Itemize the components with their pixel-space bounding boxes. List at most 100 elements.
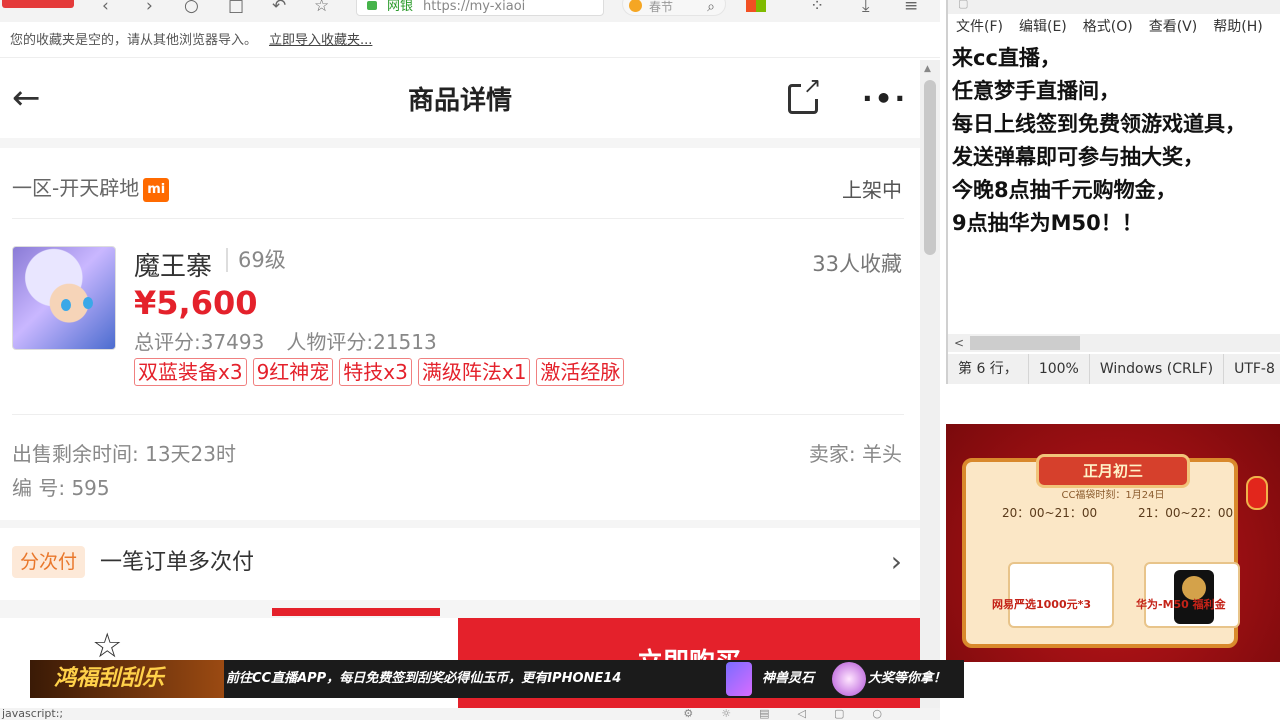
address-url: https://my-xiaoi [423, 0, 526, 14]
text-line: 今晚8点抽千元购物金， [952, 178, 1177, 202]
screen: ‹ › ○ □ ↶ ☆ 网银 https://my-xiaoi 春节 ⌕ ⁘ ⤓ … [0, 0, 1280, 720]
extensions-icon[interactable]: ⁘ [810, 0, 824, 16]
secure-lock-icon [367, 1, 377, 10]
address-bar[interactable]: 网银 https://my-xiaoi [356, 0, 604, 16]
browser-status-bar: javascript:; ⚙☼▤◁▢○ [0, 708, 940, 720]
product-card: 一区-开天辟地 mi 上架中 魔王寨 69级 33人收藏 ¥5,600 总评分:3… [0, 148, 920, 520]
desktop-gap [946, 384, 1280, 424]
bookmark-notice: 您的收藏夹是空的，请从其他浏览器导入。 [10, 33, 258, 48]
tag: 满级阵法x1 [417, 358, 531, 386]
seller-name[interactable]: 卖家: 羊头 [809, 438, 902, 467]
menu-file[interactable]: 文件(F) [956, 19, 1003, 35]
prize-label: 网易严选1000元*3 [992, 598, 1092, 611]
character-level: 69级 [226, 248, 286, 272]
lantern-icon [1246, 476, 1268, 510]
search-engine-icon [629, 0, 642, 12]
text-line: 每日上线签到免费领游戏道具， [952, 112, 1246, 136]
back-arrow-icon[interactable]: ← [12, 78, 41, 118]
phone-icon [726, 662, 752, 696]
page-scrollbar[interactable]: ▲ [920, 60, 940, 708]
status-url: javascript:; [2, 708, 64, 720]
installment-text: 一笔订单多次付 [100, 550, 255, 575]
tab-indicator [272, 608, 440, 616]
menu-edit[interactable]: 编辑(E) [1019, 19, 1067, 35]
tag: 9红神宠 [252, 358, 334, 386]
text-line: 来cc直播， [952, 46, 1061, 70]
notepad-menu-bar: 文件(F) 编辑(E) 格式(O) 查看(V) 帮助(H) [948, 14, 1280, 40]
listing-status: 上架中 [842, 178, 902, 202]
favorite-count: 33人收藏 [812, 252, 902, 276]
banner-text: 大奖等你拿！ [868, 671, 947, 686]
encoding: UTF-8 [1224, 354, 1280, 384]
search-box[interactable]: 春节 ⌕ [622, 0, 726, 16]
undo-icon[interactable]: ↶ [272, 0, 286, 16]
address-label: 网银 [387, 0, 414, 14]
menu-format[interactable]: 格式(O) [1083, 19, 1133, 35]
character-name: 魔王寨 [134, 252, 213, 282]
scroll-left-icon[interactable]: < [954, 334, 964, 352]
app-icon[interactable] [746, 0, 766, 12]
notepad-status-bar: 第 6 行， 100% Windows (CRLF) UTF-8 [948, 354, 1280, 384]
price: ¥5,600 [134, 284, 258, 322]
page-header: 商品详情 ← ↗ ·•· [0, 60, 920, 138]
installment-row[interactable]: 分次付 一笔订单多次付 › [0, 528, 920, 600]
cursor-position: 第 6 行， [948, 354, 1029, 384]
notepad-title-bar: ▢ [948, 0, 1280, 14]
more-options-icon[interactable]: ·•· [862, 84, 907, 114]
promo-time: 21：00~22：00 [1138, 506, 1234, 520]
desktop-gap [946, 662, 1280, 720]
forward-arrow-icon[interactable]: › [146, 0, 153, 16]
bookmark-bar: 您的收藏夹是空的，请从其他浏览器导入。 立即导入收藏夹... [0, 24, 940, 58]
download-icon[interactable]: ⤓ [862, 0, 870, 16]
promo-subtitle: CC福袋时刻：1月24日 [1061, 490, 1165, 501]
search-icon[interactable]: ⌕ [707, 0, 715, 21]
home-icon[interactable]: □ [228, 0, 244, 16]
scrollbar-thumb[interactable] [924, 80, 936, 255]
total-score: 总评分:37493 [134, 330, 265, 354]
tag: 双蓝装备x3 [134, 358, 247, 386]
banner-text: 前往CC直播APP，每日免费签到刮奖必得仙玉币，更有IPHONE14 [226, 671, 622, 686]
product-page: 商品详情 ← ↗ ·•· 一区-开天辟地 mi 上架中 魔王寨 69级 33人收藏… [0, 60, 920, 708]
menu-icon[interactable]: ≡ [904, 0, 918, 16]
refresh-icon[interactable]: ○ [184, 0, 199, 16]
horizontal-scrollbar[interactable]: < [948, 334, 1280, 352]
banner-logo: 鸿福刮刮乐 [30, 660, 224, 698]
browser-badge[interactable] [2, 0, 74, 8]
prize-label: 华为-M50 福利金 [1136, 598, 1226, 611]
notepad-window: ▢ 文件(F) 编辑(E) 格式(O) 查看(V) 帮助(H) 来cc直播， 任意梦手直… [946, 0, 1280, 384]
menu-view[interactable]: 查看(V) [1149, 19, 1198, 35]
promo-header: 正月初三 [1036, 454, 1190, 488]
star-icon[interactable]: ☆ [314, 0, 329, 16]
installment-badge: 分次付 [12, 546, 86, 578]
character-avatar[interactable] [12, 246, 116, 350]
back-arrow-icon[interactable]: ‹ [102, 0, 109, 16]
share-icon[interactable]: ↗ [788, 75, 824, 114]
serial-number: 编 号: 595 [12, 476, 110, 500]
feature-tags: 双蓝装备x3 9红神宠 特技x3 满级阵法x1 激活经脉 [134, 358, 630, 386]
divider [12, 218, 904, 219]
zoom-level: 100% [1029, 354, 1090, 384]
promo-panel[interactable]: 正月初三 CC福袋时刻：1月24日 20：00~21：00 21：00~22：0… [946, 424, 1280, 662]
browser-window: ‹ › ○ □ ↶ ☆ 网银 https://my-xiaoi 春节 ⌕ ⁘ ⤓ … [0, 0, 940, 720]
promo-time: 20：00~21：00 [1002, 506, 1098, 520]
prize-box [1144, 562, 1240, 628]
page-title: 商品详情 [407, 86, 512, 116]
line-ending: Windows (CRLF) [1090, 354, 1225, 384]
text-line: 任意梦手直播间， [952, 79, 1120, 103]
search-placeholder: 春节 [649, 0, 674, 14]
status-icons: ⚙☼▤◁▢○ [683, 708, 910, 720]
promo-banner[interactable]: 鸿福刮刮乐 前往CC直播APP，每日免费签到刮奖必得仙玉币，更有IPHONE14… [30, 660, 964, 698]
text-line: 发送弹幕即可参与抽大奖， [952, 145, 1204, 169]
role-score: 人物评分:21513 [286, 330, 437, 354]
scores: 总评分:37493 人物评分:21513 [134, 326, 437, 355]
scroll-up-icon[interactable]: ▲ [924, 64, 931, 74]
notepad-text-area[interactable]: 来cc直播， 任意梦手直播间， 每日上线签到免费领游戏道具， 发送弹幕即可参与抽… [952, 42, 1280, 332]
server-name: 一区-开天辟地 mi [12, 172, 170, 202]
scrollbar-thumb[interactable] [970, 336, 1080, 350]
import-bookmarks-link[interactable]: 立即导入收藏夹... [269, 33, 372, 48]
divider [12, 414, 904, 415]
orb-icon [832, 662, 866, 696]
chevron-right-icon: › [890, 545, 902, 578]
menu-help[interactable]: 帮助(H) [1213, 19, 1262, 35]
xiaomi-badge-icon: mi [143, 177, 170, 202]
